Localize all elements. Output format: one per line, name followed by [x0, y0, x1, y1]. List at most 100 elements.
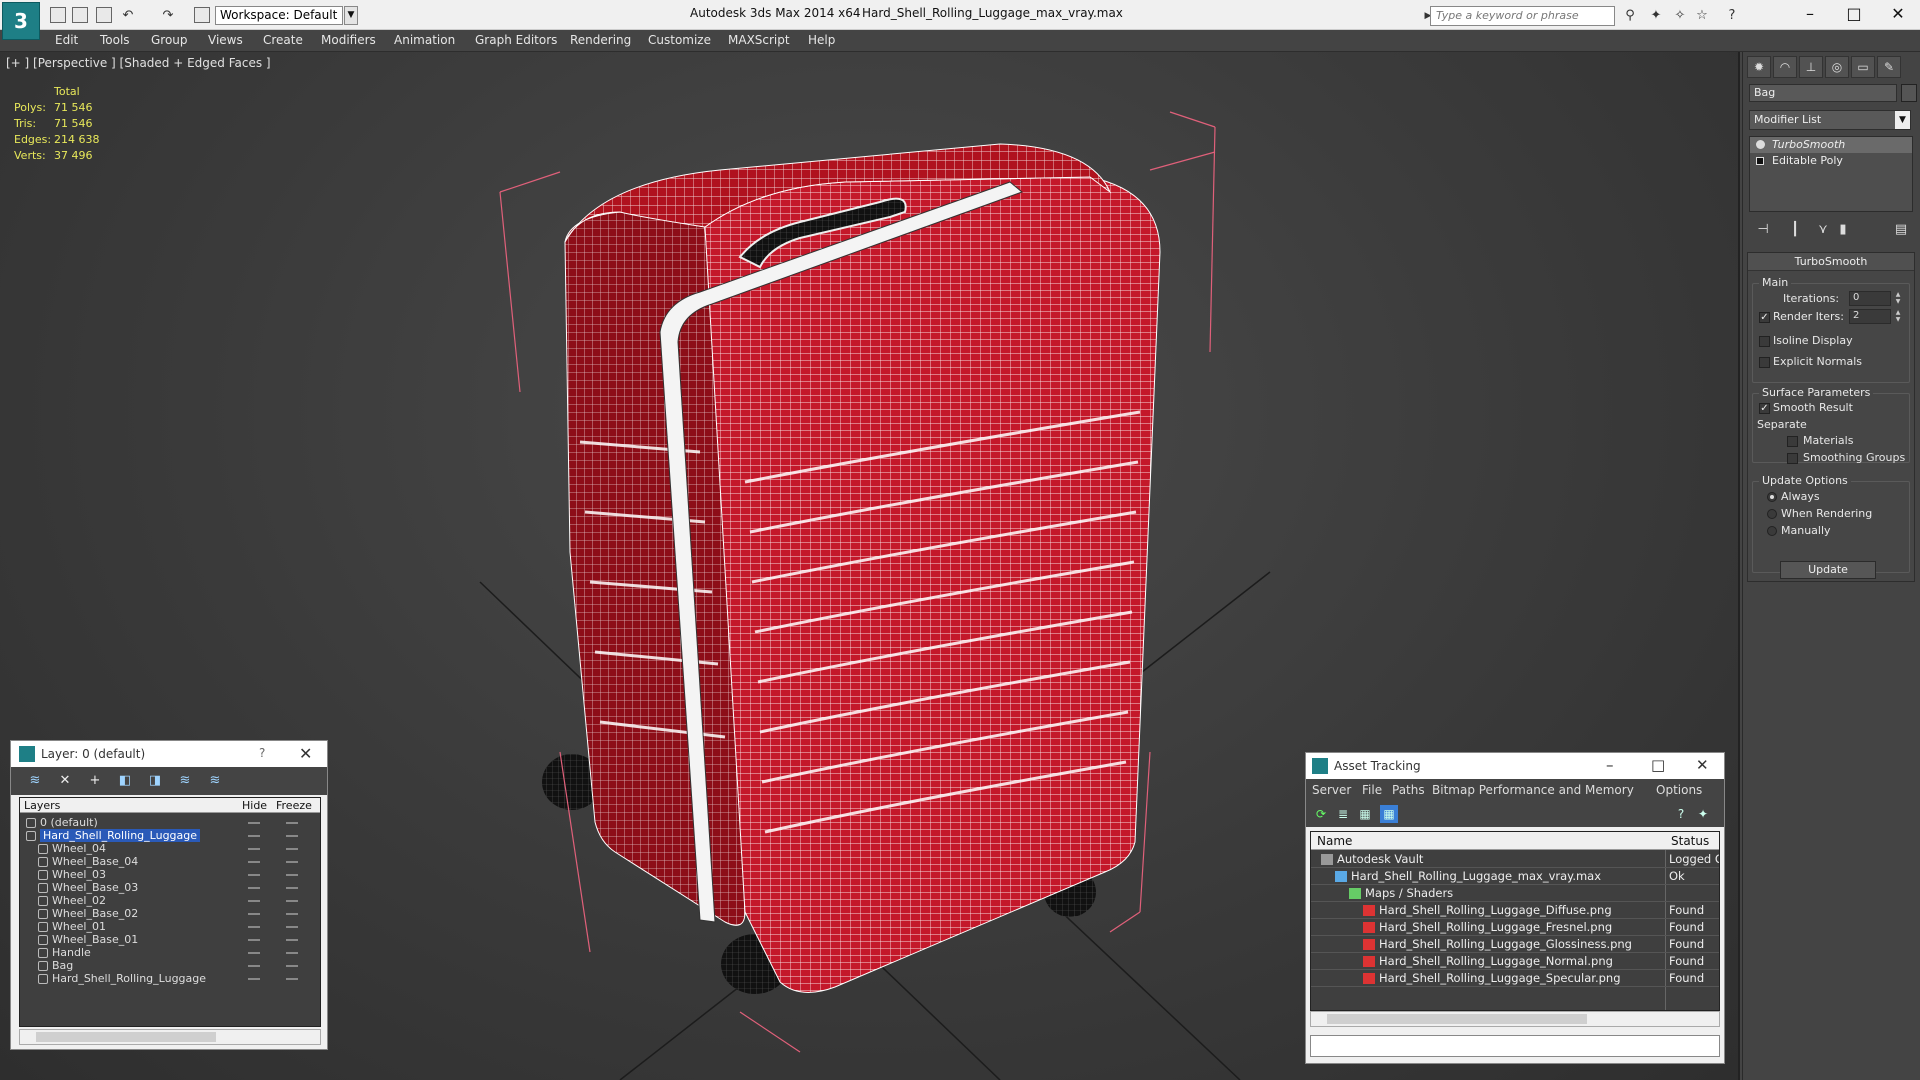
search-input[interactable]: Type a keyword or phrase	[1430, 6, 1615, 26]
save-file-icon[interactable]	[96, 7, 112, 23]
motion-tab-icon[interactable]: ◎	[1825, 56, 1849, 78]
settings-icon[interactable]: ✦	[1694, 805, 1712, 823]
freeze-toggle[interactable]	[286, 900, 298, 902]
minimize-icon[interactable]: –	[1790, 3, 1830, 25]
asset-row[interactable]: Hard_Shell_Rolling_Luggage_Diffuse.png Fo…	[1311, 902, 1719, 919]
hide-all-layers-icon[interactable]: ≋	[177, 773, 193, 789]
freeze-toggle[interactable]	[286, 874, 298, 876]
show-end-result-icon[interactable]: ┃	[1787, 222, 1803, 238]
explicit-normals-checkbox[interactable]	[1759, 357, 1770, 368]
menu-tools[interactable]: Tools	[100, 33, 130, 47]
rollout-title[interactable]: TurboSmooth	[1748, 253, 1914, 271]
maximize-icon[interactable]: □	[1651, 756, 1665, 774]
close-icon[interactable]: ✕	[1878, 3, 1918, 25]
when-rendering-radio[interactable]	[1767, 509, 1777, 519]
scrollbar-thumb[interactable]	[1327, 1014, 1587, 1024]
column-status[interactable]: Status	[1671, 834, 1709, 848]
configure-sets-icon[interactable]: ▤	[1893, 222, 1909, 238]
hide-toggle[interactable]	[248, 965, 260, 967]
scrollbar-thumb[interactable]	[36, 1032, 216, 1042]
freeze-toggle[interactable]	[286, 952, 298, 954]
smooth-result-checkbox[interactable]: ✓	[1759, 403, 1770, 414]
freeze-all-layers-icon[interactable]: ≋	[207, 773, 223, 789]
close-icon[interactable]: ✕	[1696, 756, 1709, 774]
project-folder-icon[interactable]	[194, 7, 210, 23]
menu-file[interactable]: File	[1362, 783, 1382, 797]
asset-row[interactable]: Hard_Shell_Rolling_Luggage_Fresnel.png Fo…	[1311, 919, 1719, 936]
binoculars-icon[interactable]: ⚲	[1622, 8, 1638, 24]
freeze-toggle[interactable]	[286, 939, 298, 941]
horizontal-scrollbar[interactable]	[1310, 1011, 1720, 1027]
menu-graph-editors[interactable]: Graph Editors	[475, 33, 557, 47]
layer-window-titlebar[interactable]: Layer: 0 (default) ? ✕	[11, 741, 327, 767]
menu-customize[interactable]: Customize	[648, 33, 711, 47]
render-iters-spinner[interactable]: 2	[1849, 309, 1891, 324]
utilities-tab-icon[interactable]: ✎	[1877, 56, 1901, 78]
hide-toggle[interactable]	[248, 900, 260, 902]
select-in-layer-icon[interactable]: ◧	[117, 773, 133, 789]
manually-radio[interactable]	[1767, 526, 1777, 536]
menu-edit[interactable]: Edit	[55, 33, 78, 47]
hide-toggle[interactable]	[248, 952, 260, 954]
menu-animation[interactable]: Animation	[394, 33, 455, 47]
freeze-toggle[interactable]	[286, 887, 298, 889]
delete-layer-icon[interactable]: ✕	[57, 773, 73, 789]
workspace-arrow-icon[interactable]: ▼	[344, 6, 358, 25]
hide-toggle[interactable]	[248, 978, 260, 980]
hide-toggle[interactable]	[248, 848, 260, 850]
iterations-spinner[interactable]: 0	[1849, 291, 1891, 306]
display-tab-icon[interactable]: ▭	[1851, 56, 1875, 78]
subscription-icon[interactable]: ✧	[1672, 8, 1688, 24]
freeze-toggle[interactable]	[286, 861, 298, 863]
workspace-dropdown[interactable]: Workspace: Default	[215, 6, 343, 25]
menu-paths[interactable]: Paths	[1392, 783, 1425, 797]
freeze-toggle[interactable]	[286, 822, 298, 824]
column-layers[interactable]: Layers	[24, 799, 60, 812]
layer-row[interactable]: Hard_Shell_Rolling_Luggage	[20, 971, 322, 987]
column-freeze[interactable]: Freeze	[276, 799, 312, 812]
freeze-toggle[interactable]	[286, 926, 298, 928]
table-view-icon[interactable]: ▦	[1380, 805, 1398, 823]
asset-row[interactable]: Autodesk Vault Logged O	[1311, 851, 1719, 868]
list-view-icon[interactable]: ≣	[1334, 805, 1352, 823]
spinner-arrows-icon[interactable]: ▲ ▼	[1893, 291, 1903, 306]
create-layer-icon[interactable]: ≋	[27, 773, 43, 789]
menu-views[interactable]: Views	[208, 33, 243, 47]
create-tab-icon[interactable]: ✹	[1747, 56, 1771, 78]
menu-modifiers[interactable]: Modifiers	[321, 33, 376, 47]
stack-item-turbosmooth[interactable]: TurboSmooth	[1750, 137, 1912, 153]
refresh-icon[interactable]: ⟳	[1312, 805, 1330, 823]
chevron-down-icon[interactable]: ▼	[1895, 111, 1910, 129]
always-radio[interactable]	[1767, 492, 1777, 502]
open-file-icon[interactable]	[72, 7, 88, 23]
object-name-input[interactable]: Bag	[1749, 84, 1897, 102]
highlight-layer-icon[interactable]: ◨	[147, 773, 163, 789]
freeze-toggle[interactable]	[286, 848, 298, 850]
app-logo-icon[interactable]: 3	[2, 2, 40, 40]
viewport-label[interactable]: [+ ] [Perspective ] [Shaded + Edged Face…	[6, 56, 271, 70]
menu-group[interactable]: Group	[151, 33, 188, 47]
menu-maxscript[interactable]: MAXScript	[728, 33, 790, 47]
menu-server[interactable]: Server	[1312, 783, 1351, 797]
object-color-swatch[interactable]	[1901, 84, 1917, 102]
modifier-list-dropdown[interactable]: Modifier List	[1749, 110, 1911, 130]
horizontal-scrollbar[interactable]	[19, 1029, 321, 1045]
help-icon[interactable]: ?	[1672, 805, 1690, 823]
freeze-toggle[interactable]	[286, 978, 298, 980]
freeze-toggle[interactable]	[286, 913, 298, 915]
asset-row[interactable]: Hard_Shell_Rolling_Luggage_Glossiness.pn…	[1311, 936, 1719, 953]
hide-toggle[interactable]	[248, 926, 260, 928]
menu-rendering[interactable]: Rendering	[570, 33, 631, 47]
asset-row[interactable]: Hard_Shell_Rolling_Luggage_Specular.png F…	[1311, 970, 1719, 987]
materials-checkbox[interactable]	[1787, 436, 1798, 447]
hide-toggle[interactable]	[248, 887, 260, 889]
close-icon[interactable]: ✕	[299, 744, 312, 763]
isoline-checkbox[interactable]	[1759, 336, 1770, 347]
thumbnail-view-icon[interactable]: ▦	[1356, 805, 1374, 823]
hide-toggle[interactable]	[248, 939, 260, 941]
column-hide[interactable]: Hide	[242, 799, 267, 812]
hierarchy-tab-icon[interactable]: ⊥	[1799, 56, 1823, 78]
stack-item-editable-poly[interactable]: Editable Poly	[1750, 153, 1912, 169]
asset-path-field[interactable]	[1310, 1035, 1720, 1057]
freeze-toggle[interactable]	[286, 965, 298, 967]
